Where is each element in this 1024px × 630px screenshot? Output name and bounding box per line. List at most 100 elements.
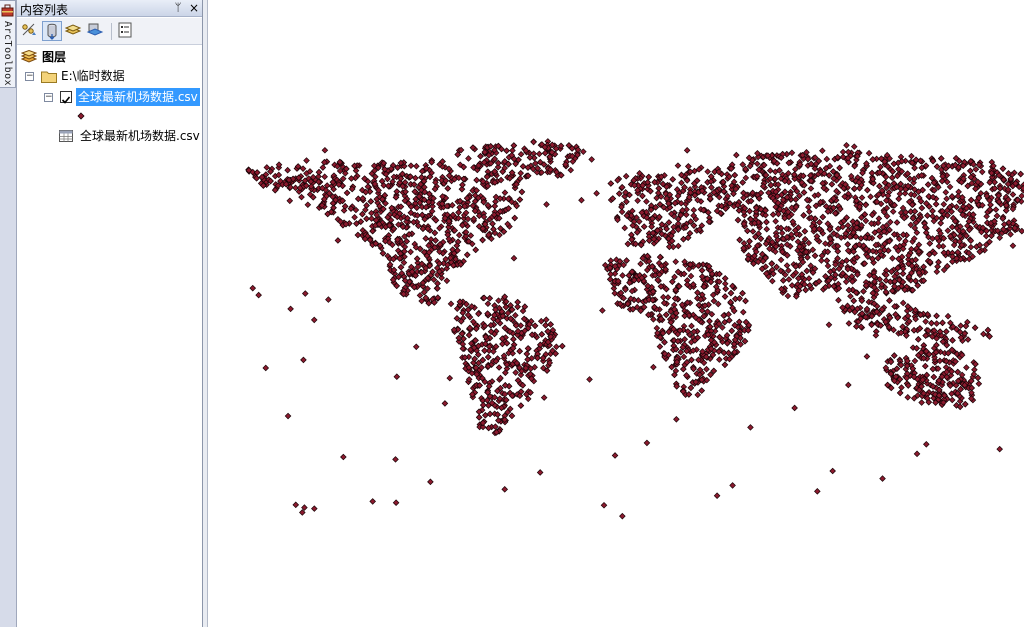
airport-point bbox=[619, 209, 625, 215]
airport-point bbox=[711, 298, 717, 304]
map-display[interactable] bbox=[208, 0, 1024, 627]
airport-point bbox=[897, 191, 903, 197]
airport-point bbox=[285, 167, 291, 173]
airport-point bbox=[955, 369, 961, 375]
airport-point bbox=[950, 338, 956, 344]
airport-point bbox=[474, 177, 480, 183]
airport-point bbox=[466, 156, 472, 162]
airport-point bbox=[623, 173, 629, 179]
airport-point bbox=[745, 327, 751, 333]
airport-point bbox=[524, 351, 530, 357]
airport-point bbox=[785, 293, 791, 299]
airport-point bbox=[568, 167, 574, 173]
airport-point bbox=[786, 277, 792, 283]
airport-point bbox=[912, 358, 918, 364]
airport-point bbox=[620, 273, 626, 279]
airport-point bbox=[949, 397, 955, 403]
tree-folder-row[interactable]: − E:\临时数据 bbox=[25, 67, 195, 85]
toc-toolbar bbox=[17, 18, 202, 45]
airport-point bbox=[919, 400, 925, 406]
list-by-source-button[interactable] bbox=[42, 21, 62, 41]
airport-point bbox=[968, 244, 974, 250]
airport-point bbox=[943, 190, 949, 196]
arctoolbox-tab[interactable]: ArcToolbox bbox=[0, 0, 16, 88]
airport-point bbox=[877, 183, 883, 189]
airport-point bbox=[934, 164, 940, 170]
airport-point bbox=[1008, 232, 1014, 238]
airport-point bbox=[911, 327, 917, 333]
airport-point bbox=[806, 209, 812, 215]
airport-point bbox=[837, 165, 843, 171]
options-button[interactable] bbox=[116, 21, 136, 41]
airport-point bbox=[581, 149, 587, 155]
tree-layer-row[interactable]: − 全球最新机场数据.csv bbox=[44, 88, 202, 106]
airport-point bbox=[909, 153, 915, 159]
airport-point bbox=[679, 180, 685, 186]
airport-point bbox=[979, 169, 985, 175]
collapse-icon[interactable]: − bbox=[25, 72, 34, 81]
toc-title: 内容列表 bbox=[20, 1, 68, 18]
airport-point bbox=[554, 344, 560, 350]
layer-symbol-row bbox=[77, 107, 85, 125]
airport-point bbox=[806, 240, 812, 246]
airport-point bbox=[965, 337, 971, 343]
airport-point bbox=[949, 224, 955, 230]
airport-point bbox=[770, 278, 776, 284]
airport-point bbox=[912, 209, 918, 215]
airport-point bbox=[747, 239, 753, 245]
airport-point bbox=[299, 194, 305, 200]
list-by-drawing-order-button[interactable] bbox=[20, 21, 40, 41]
airport-point bbox=[919, 205, 925, 211]
list-by-selection-button[interactable] bbox=[86, 21, 106, 41]
airport-point bbox=[773, 219, 779, 225]
airport-point bbox=[695, 392, 701, 398]
airport-point bbox=[894, 220, 900, 226]
airport-point bbox=[793, 197, 799, 203]
toolbox-icon bbox=[1, 4, 14, 17]
airport-point bbox=[705, 169, 711, 175]
airport-point bbox=[845, 242, 851, 248]
close-icon[interactable]: × bbox=[187, 0, 201, 16]
airport-point bbox=[851, 298, 857, 304]
layer-visibility-checkbox[interactable] bbox=[60, 91, 72, 103]
airport-point bbox=[496, 365, 502, 371]
pin-icon[interactable]: ᛘ bbox=[171, 0, 185, 16]
airport-point bbox=[845, 223, 851, 229]
airport-point bbox=[764, 219, 770, 225]
airport-point bbox=[625, 241, 631, 247]
airport-point bbox=[750, 229, 756, 235]
airport-point bbox=[846, 321, 852, 327]
folder-icon bbox=[41, 70, 57, 83]
airport-point bbox=[717, 357, 723, 363]
table-icon bbox=[59, 130, 73, 142]
collapse-icon[interactable]: − bbox=[44, 93, 53, 102]
airport-point bbox=[778, 257, 784, 263]
airport-point bbox=[803, 287, 809, 293]
airport-point bbox=[519, 189, 525, 195]
airport-point bbox=[704, 366, 710, 372]
airport-point bbox=[889, 175, 895, 181]
drawing-order-icon bbox=[20, 21, 38, 39]
airport-point bbox=[715, 301, 721, 307]
airport-points-map[interactable] bbox=[208, 0, 1024, 627]
airport-point bbox=[689, 323, 695, 329]
airport-point bbox=[483, 412, 489, 418]
airport-point bbox=[413, 175, 419, 181]
tree-table-row[interactable]: 全球最新机场数据.csv bbox=[59, 127, 202, 145]
list-by-visibility-button[interactable] bbox=[64, 21, 84, 41]
layers-stack-icon bbox=[21, 50, 37, 64]
airport-point bbox=[938, 156, 944, 162]
airport-point bbox=[681, 354, 687, 360]
airport-point bbox=[934, 313, 940, 319]
airport-point bbox=[722, 362, 728, 368]
airport-point bbox=[448, 301, 454, 307]
airport-point bbox=[482, 348, 488, 354]
airport-point bbox=[824, 156, 830, 162]
airport-point bbox=[863, 218, 869, 224]
airport-point bbox=[916, 337, 922, 343]
airport-point bbox=[304, 158, 310, 164]
airport-point bbox=[543, 317, 549, 323]
airport-point bbox=[512, 215, 518, 221]
layer-label[interactable]: 全球最新机场数据.csv bbox=[76, 88, 200, 106]
arctoolbox-strip: ArcToolbox bbox=[0, 0, 17, 627]
